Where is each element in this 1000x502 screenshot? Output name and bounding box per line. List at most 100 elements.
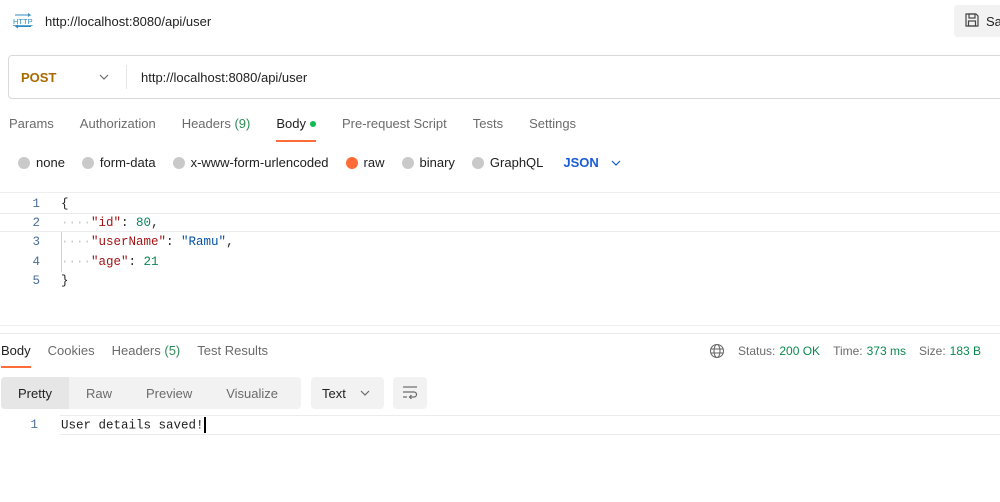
radio-none[interactable]: none — [18, 155, 65, 170]
tab-headers[interactable]: Headers (9) — [182, 116, 251, 142]
size-label: Size: — [918, 344, 946, 358]
tab-label: Params — [9, 116, 54, 131]
wrap-lines-button[interactable] — [393, 377, 427, 409]
radio-x-www-form-urlencoded[interactable]: x-www-form-urlencoded — [172, 155, 329, 170]
radio-binary[interactable]: binary — [401, 155, 455, 170]
tab-label: Headers — [111, 343, 165, 358]
line-number: 1 — [30, 418, 38, 432]
radio-circle[interactable] — [81, 156, 94, 169]
response-text: User details saved! — [61, 418, 204, 433]
section-divider — [0, 333, 1000, 334]
view-mode-preview[interactable]: Preview — [129, 377, 209, 409]
http-icon: HTTP — [12, 13, 34, 29]
chevron-down-icon — [99, 71, 109, 83]
time-value[interactable]: 373 ms — [867, 344, 906, 358]
radio-label: none — [36, 155, 65, 170]
radio-label: raw — [363, 155, 385, 170]
radio-raw[interactable]: raw — [345, 155, 385, 170]
line-number: 3 — [32, 234, 40, 249]
body-format-label: JSON — [563, 155, 599, 170]
response-tab-headers[interactable]: Headers (5) — [112, 343, 181, 368]
request-title[interactable]: http://localhost:8080/api/user — [45, 14, 211, 29]
tab-params[interactable]: Params — [9, 116, 54, 142]
headers-count: (5) — [164, 343, 181, 358]
radio-graphql[interactable]: GraphQL — [471, 155, 544, 170]
tab-pre-request-script[interactable]: Pre-request Script — [342, 116, 447, 142]
radio-circle[interactable] — [172, 156, 185, 169]
code-line: 2 ····"id": 80, — [0, 213, 1000, 232]
response-status-bar: Status: 200 OK Time: 373 ms Size: 183 B — [709, 343, 994, 359]
response-tab-cookies[interactable]: Cookies — [48, 343, 95, 368]
line-number: 1 — [32, 196, 40, 211]
text-cursor — [203, 417, 206, 433]
globe-icon[interactable] — [709, 343, 725, 359]
body-indicator-dot — [309, 120, 316, 127]
time-label: Time: — [833, 344, 863, 358]
view-mode-raw[interactable]: Raw — [69, 377, 129, 409]
tab-authorization[interactable]: Authorization — [80, 116, 156, 142]
json-comma: , — [226, 234, 234, 249]
json-value: "Ramu" — [181, 234, 227, 249]
tab-body[interactable]: Body — [276, 116, 316, 142]
chevron-down-icon — [611, 157, 621, 169]
tab-label: Test Results — [197, 343, 269, 358]
line-number: 2 — [32, 215, 40, 230]
radio-form-data[interactable]: form-data — [81, 155, 156, 170]
url-input[interactable] — [141, 69, 841, 85]
line-number: 4 — [32, 254, 40, 269]
radio-label: GraphQL — [489, 155, 544, 170]
indent-dots: ···· — [61, 234, 92, 249]
code-line: 3 ····"userName": "Ramu", — [0, 232, 1000, 251]
tab-label: Authorization — [79, 116, 156, 131]
body-type-options: none form-data x-www-form-urlencoded raw… — [18, 155, 621, 170]
radio-label: x-www-form-urlencoded — [190, 155, 329, 170]
response-tab-body[interactable]: Body — [1, 343, 31, 368]
size-value[interactable]: 183 B — [950, 344, 981, 358]
save-label: Sa — [986, 13, 1000, 29]
wrap-lines-icon — [401, 385, 419, 402]
request-title-bar: HTTP http://localhost:8080/api/user Sa — [0, 0, 1000, 44]
json-sep: : — [166, 234, 182, 249]
method-label: POST — [21, 69, 57, 85]
save-button[interactable]: Sa — [954, 5, 1000, 37]
json-key: "userName" — [91, 234, 167, 249]
radio-circle[interactable] — [345, 156, 358, 169]
response-tab-test-results[interactable]: Test Results — [197, 343, 268, 368]
tab-label: Cookies — [47, 343, 95, 358]
json-key: "id" — [91, 215, 122, 230]
radio-circle[interactable] — [18, 156, 30, 169]
svg-text:HTTP: HTTP — [13, 17, 33, 26]
tab-label: Tests — [472, 116, 504, 131]
view-mode-pretty[interactable]: Pretty — [1, 377, 69, 409]
response-format-select[interactable]: Text — [311, 377, 384, 409]
radio-circle[interactable] — [401, 156, 414, 169]
code-line: 5 } — [0, 271, 1000, 290]
tab-settings[interactable]: Settings — [529, 116, 576, 142]
json-sep: : — [121, 215, 137, 230]
body-format-select[interactable]: JSON — [563, 155, 621, 170]
chevron-down-icon — [360, 387, 370, 399]
code-line: 1 { — [0, 194, 1000, 213]
open-brace: { — [61, 196, 69, 211]
close-brace: } — [61, 273, 69, 288]
indent-dots: ···· — [61, 215, 92, 230]
json-sep: : — [128, 254, 144, 269]
status-value[interactable]: 200 OK — [779, 344, 820, 358]
json-value: 80 — [136, 215, 152, 230]
indent-dots: ···· — [61, 254, 92, 269]
view-mode-visualize[interactable]: Visualize — [209, 377, 295, 409]
method-select[interactable]: POST — [9, 65, 127, 89]
json-key: "age" — [91, 254, 129, 269]
status-label: Status: — [738, 344, 776, 358]
radio-circle[interactable] — [471, 156, 484, 169]
response-tabs: Body Cookies Headers (5) Test Results — [1, 343, 285, 368]
json-comma: , — [151, 215, 159, 230]
response-format-label: Text — [322, 385, 346, 401]
radio-label: form-data — [99, 155, 156, 170]
json-value: 21 — [143, 254, 159, 269]
response-body[interactable]: 1 User details saved! — [0, 415, 1000, 435]
tab-tests[interactable]: Tests — [473, 116, 503, 142]
request-tabs: Params Authorization Headers (9) Body Pr… — [9, 116, 602, 142]
request-body-editor[interactable]: 1 { 2 ····"id": 80, 3 ····"userName": "R… — [0, 192, 1000, 326]
tab-label: Body — [1, 343, 31, 358]
